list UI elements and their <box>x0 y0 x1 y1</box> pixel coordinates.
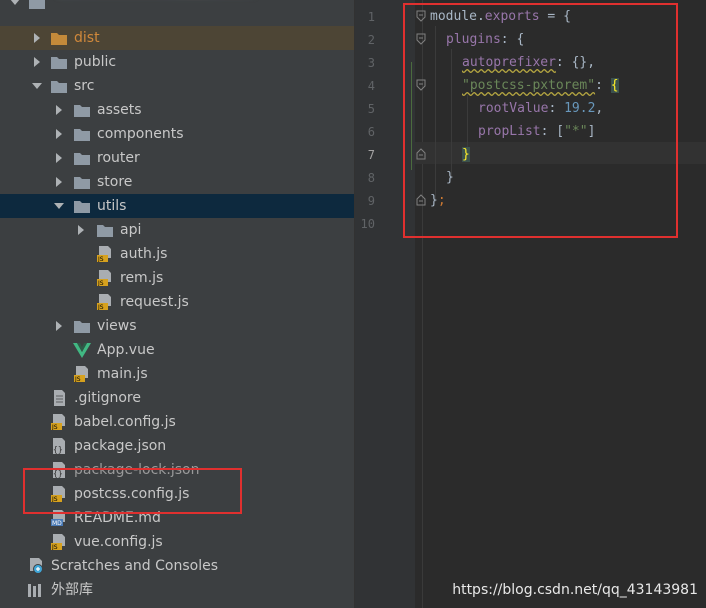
chevron-right-icon[interactable] <box>52 103 66 117</box>
tree-item-api[interactable]: api <box>0 218 354 242</box>
svg-text:JS: JS <box>97 280 104 286</box>
chevron-right-icon[interactable] <box>30 31 44 45</box>
tree-item-components[interactable]: components <box>0 122 354 146</box>
tree-item-gitignore[interactable]: .gitignore <box>0 386 354 410</box>
folder-icon <box>74 105 90 117</box>
tree-item-label: main.js <box>97 366 148 382</box>
tree-item-label: dist <box>74 30 100 46</box>
svg-text:JS: JS <box>74 376 81 382</box>
tree-item-label: rem.js <box>120 270 164 286</box>
chevron-right-icon[interactable] <box>52 175 66 189</box>
folder-icon <box>51 81 67 93</box>
folder-icon <box>74 129 90 141</box>
tree-item-utils[interactable]: utils <box>0 194 354 218</box>
svg-text:JS: JS <box>51 424 58 430</box>
tree-item-public[interactable]: public <box>0 50 354 74</box>
line-number: 9 <box>367 194 375 208</box>
chevron-right-icon[interactable] <box>52 127 66 141</box>
tree-item-external-libraries[interactable]: 外部库 <box>0 578 354 602</box>
tree-item-app-vue[interactable]: App.vue <box>0 338 354 362</box>
folder-icon <box>74 153 90 165</box>
line-number: 2 <box>367 33 375 47</box>
chevron-down-icon[interactable] <box>30 79 44 93</box>
chevron-right-icon[interactable] <box>74 223 88 237</box>
tree-item-label: utils <box>97 198 127 214</box>
svg-text:{}: {} <box>53 445 63 454</box>
line-number: 7 <box>367 148 375 162</box>
line-number: 3 <box>367 56 375 70</box>
tree-item-label: public <box>74 54 117 70</box>
chevron-right-icon[interactable] <box>30 55 44 69</box>
tree-item-scratches[interactable]: Scratches and Consoles <box>0 554 354 578</box>
line-number: 4 <box>367 79 375 93</box>
tree-item-label: assets <box>97 102 142 118</box>
svg-text:JS: JS <box>51 544 58 550</box>
tree-item-label: store <box>97 174 133 190</box>
js-file-icon: JS <box>97 246 111 262</box>
tree-item-label: babel.config.js <box>74 414 176 430</box>
line-number: 10 <box>360 217 375 231</box>
tree-item-auth-js[interactable]: JS auth.js <box>0 242 354 266</box>
tree-item-package-json[interactable]: {} package.json <box>0 434 354 458</box>
tree-item-babel-config-js[interactable]: JS babel.config.js <box>0 410 354 434</box>
text-file-icon <box>54 390 65 406</box>
tree-item-assets[interactable]: assets <box>0 98 354 122</box>
js-file-icon: JS <box>97 294 111 310</box>
watermark: https://blog.csdn.net/qq_43143981 <box>452 582 698 598</box>
tree-item-dist[interactable]: dist <box>0 26 354 50</box>
chevron-right-icon[interactable] <box>52 151 66 165</box>
tree-item-label: vue.config.js <box>74 534 163 550</box>
svg-text:JS: JS <box>97 256 104 262</box>
tree-item-label: .gitignore <box>74 390 141 406</box>
folder-icon <box>74 177 90 189</box>
library-icon <box>28 584 41 597</box>
file-highlight-box <box>23 468 242 514</box>
tree-item-label: src <box>74 78 95 94</box>
tree-item-store[interactable]: store <box>0 170 354 194</box>
chevron-right-icon[interactable] <box>52 319 66 333</box>
js-file-icon: JS <box>51 414 65 430</box>
folder-icon <box>74 201 90 213</box>
js-file-icon: JS <box>97 270 111 286</box>
tree-item-label: api <box>120 222 142 238</box>
tree-item-label: components <box>97 126 184 142</box>
svg-text:MD: MD <box>52 520 62 526</box>
folder-icon <box>51 57 67 69</box>
tree-item-request-js[interactable]: JS request.js <box>0 290 354 314</box>
scratches-icon <box>30 558 43 574</box>
svg-text:JS: JS <box>97 304 104 310</box>
chevron-down-icon[interactable] <box>52 199 66 213</box>
folder-icon <box>51 33 67 45</box>
line-number: 6 <box>367 125 375 139</box>
tree-item-rem-js[interactable]: JS rem.js <box>0 266 354 290</box>
folder-icon <box>74 321 90 333</box>
json-file-icon: {} <box>53 438 65 454</box>
tree-item-src[interactable]: src <box>0 74 354 98</box>
tree-item-label: package.json <box>74 438 167 454</box>
folder-icon <box>29 0 45 9</box>
tree-item-label: 外部库 <box>51 582 93 598</box>
folder-icon <box>97 225 113 237</box>
line-number: 8 <box>367 171 375 185</box>
tree-item-vue-config-js[interactable]: JS vue.config.js <box>0 530 354 554</box>
tree-item-label: router <box>97 150 140 166</box>
tree-item-label: auth.js <box>120 246 168 262</box>
tree-item-views[interactable]: views <box>0 314 354 338</box>
line-number: 5 <box>367 102 375 116</box>
tree-item-main-js[interactable]: JS main.js <box>0 362 354 386</box>
js-file-icon: JS <box>74 366 88 382</box>
project-tree-panel: dist public src assets components router… <box>0 0 354 608</box>
tree-item-label: views <box>97 318 137 334</box>
tree-item-label: request.js <box>120 294 189 310</box>
tree-item-router[interactable]: router <box>0 146 354 170</box>
line-number: 1 <box>367 10 375 24</box>
chevron-down-icon[interactable] <box>8 0 22 9</box>
code-highlight-box <box>403 3 678 238</box>
tree-item-label: Scratches and Consoles <box>51 558 218 574</box>
tree-root-row[interactable] <box>0 0 354 10</box>
tree-item-label: App.vue <box>97 342 155 358</box>
js-file-icon: JS <box>51 534 65 550</box>
vue-icon <box>73 343 91 358</box>
